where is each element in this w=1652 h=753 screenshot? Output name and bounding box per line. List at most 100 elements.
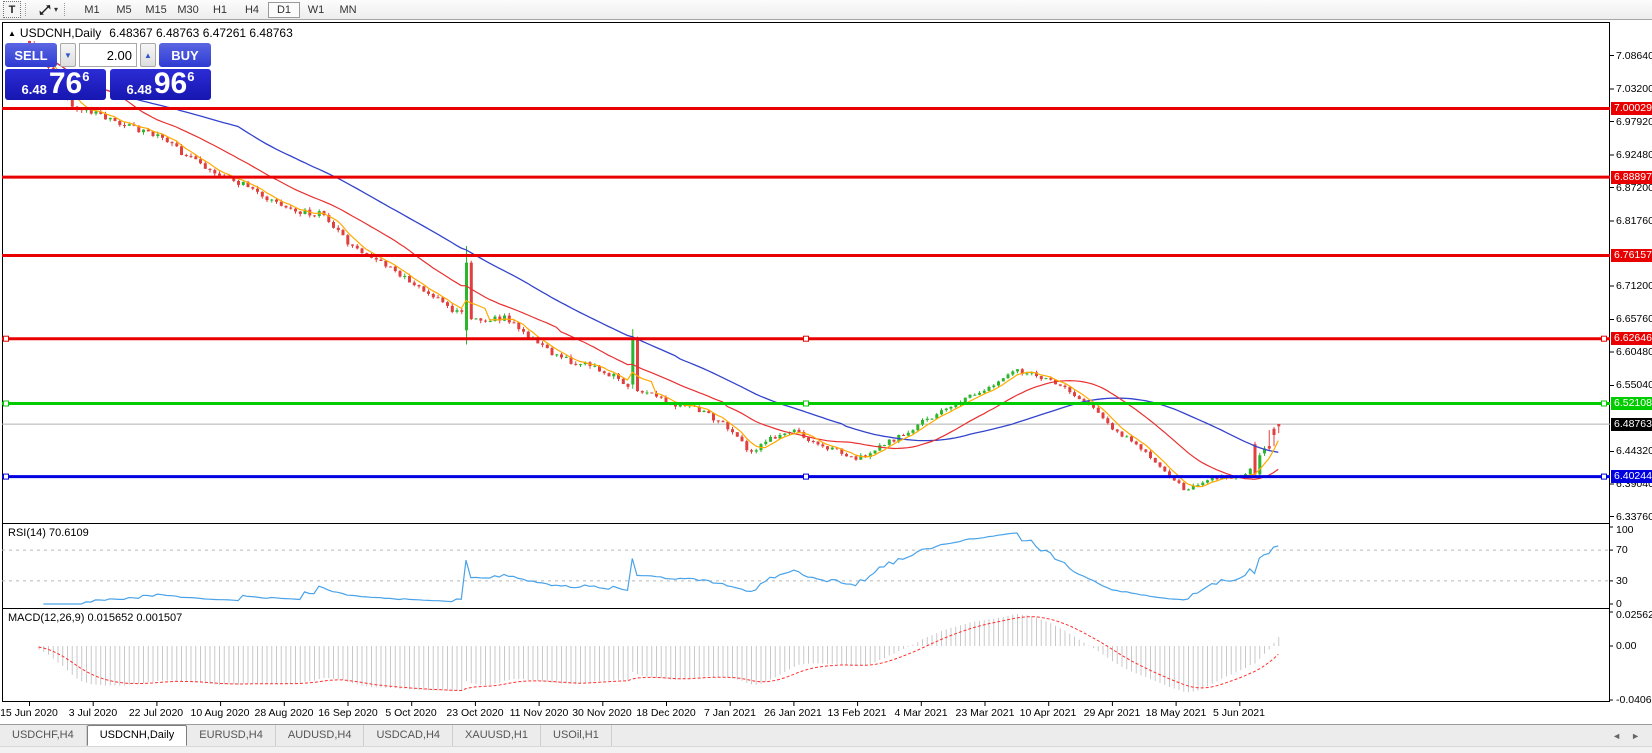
volume-input[interactable] [79,43,137,67]
buy-button[interactable]: BUY [159,43,211,67]
price-axis-label: 6.92480 [1616,149,1652,161]
chart-plot-border [2,22,1610,702]
date-axis-label: 15 Jun 2020 [0,707,58,719]
macd-signal-line [38,616,1279,692]
date-axis-label: 11 Nov 2020 [509,707,569,719]
level-line-handle[interactable] [1601,473,1607,480]
date-axis-label: 10 Apr 2021 [1019,707,1077,719]
date-axis-label: 22 Jul 2020 [128,707,184,719]
timeframe-mn[interactable]: MN [332,2,364,18]
level-line-handle[interactable] [803,400,809,407]
rsi-axis-label: 100 [1616,524,1634,536]
price-level-tag: 6.88897 [1611,171,1652,184]
timeframe-w1[interactable]: W1 [300,2,332,18]
chart-tab-eurusd[interactable]: EURUSD,H4 [187,725,276,746]
buy-price-display[interactable]: 6.48 96 6 [110,69,211,100]
macd-axis-label: 0.025623 [1616,609,1652,621]
sell-button[interactable]: SELL [5,43,57,67]
chart-tab-usdcad[interactable]: USDCAD,H4 [364,725,454,746]
buy-price-big: 96 [153,67,188,101]
timeframe-m15[interactable]: M15 [140,2,172,18]
date-axis-label: 23 Oct 2020 [446,707,504,719]
tab-scroll-arrows: ◄ ► [1612,731,1640,741]
date-axis-label: 10 Aug 2020 [190,707,250,719]
chart-tabs: USDCHF,H4 USDCNH,Daily EURUSD,H4 AUDUSD,H4 U… [0,725,612,746]
price-axis-label: 6.81760 [1616,215,1652,227]
macd-histogram [38,614,1280,693]
sell-price-display[interactable]: 6.48 76 6 [5,69,106,100]
level-line-handle[interactable] [803,335,809,342]
price-axis-label: 6.71200 [1616,280,1652,292]
price-axis-label: 6.87200 [1616,182,1652,194]
one-click-trading-panel: SELL ▼ ▲ BUY 6.48766 6.48966 [5,43,211,100]
macd-axis-label: -0.040687 [1616,694,1652,706]
timeframe-d1[interactable]: D1 [268,1,301,18]
volume-decrease-button[interactable]: ▼ [60,43,76,67]
toolbar-grip [64,3,68,16]
timeframe-m30[interactable]: M30 [172,2,204,18]
chart-tab-usdchf[interactable]: USDCHF,H4 [0,725,87,746]
chart-tab-xauusd[interactable]: XAUUSD,H1 [453,725,541,746]
price-axis-label: 6.33760 [1616,511,1652,523]
chart-tab-audusd[interactable]: AUDUSD,H4 [276,725,365,746]
tab-scroll-left-icon[interactable]: ◄ [1612,731,1621,741]
level-line-handle[interactable] [803,473,809,480]
current-price-tag: 6.48763 [1611,418,1652,431]
rsi-axis-label: 70 [1616,544,1628,556]
rsi-line [43,532,1279,605]
price-level-tag: 6.40244 [1611,470,1652,483]
sell-price-sup: 6 [82,69,90,84]
buy-price-sup: 6 [187,69,195,84]
date-axis-label: 18 Dec 2020 [636,707,696,719]
level-line-handle[interactable] [3,473,9,480]
timeframe-m1[interactable]: M1 [76,2,108,18]
chart-tab-bar: USDCHF,H4 USDCNH,Daily EURUSD,H4 AUDUSD,H4 U… [0,724,1652,746]
ma-fast-line [28,42,1279,488]
chart-title: ▲ USDCNH,Daily 6.48367 6.48763 6.47261 6.4… [8,26,293,40]
chart-tab-usoil[interactable]: USOil,H1 [541,725,612,746]
date-axis-label: 16 Sep 2020 [318,707,378,719]
price-axis-label: 6.39040 [1616,478,1652,490]
tab-scroll-right-icon[interactable]: ► [1631,731,1640,741]
date-axis-label: 13 Feb 2021 [827,707,887,719]
price-level-tag: 7.00029 [1611,102,1652,115]
buy-price-prefix: 6.48 [126,82,152,97]
text-tool-button[interactable]: T [3,1,21,18]
collapse-triangle-icon[interactable]: ▲ [8,29,16,38]
ohlc-values: 6.48367 6.48763 6.47261 6.48763 [109,26,293,40]
date-axis-label: 23 Mar 2021 [955,707,1015,719]
volume-increase-button[interactable]: ▲ [140,43,156,67]
price-level-tag: 6.52108 [1611,397,1652,410]
date-axis-label: 26 Jan 2021 [764,707,822,719]
chart-tab-usdcnh[interactable]: USDCNH,Daily [86,725,188,746]
sell-price-big: 76 [48,67,83,101]
timeframe-bar: M1 M5 M15 M30 H1 H4 D1 W1 MN [76,1,364,18]
level-line-handle[interactable] [3,335,9,342]
timeframe-m5[interactable]: M5 [108,2,140,18]
level-line-handle[interactable] [1601,400,1607,407]
level-line-handle[interactable] [3,400,9,407]
price-axis-label: 6.60480 [1616,346,1652,358]
price-axis-label: 7.03200 [1616,83,1652,95]
chart-canvas [2,22,1614,706]
price-axis-label: 6.65760 [1616,313,1652,325]
date-axis-label: 7 Jan 2021 [704,707,756,719]
date-axis-label: 29 Apr 2021 [1083,707,1141,719]
date-axis-label: 30 Nov 2020 [572,707,632,719]
level-line-handle[interactable] [1601,335,1607,342]
pointer-tools-button[interactable]: ▾ [36,2,60,17]
ma-slow-line [28,42,1279,453]
symbol-title: USDCNH,Daily [19,26,102,40]
timeframe-h1[interactable]: H1 [204,2,236,18]
axis-overlays: 7.00029 6.88897 6.76157 6.62646 6.52108 6.402… [0,0,1652,752]
trade-controls-row: SELL ▼ ▲ BUY [5,43,211,67]
date-axis-label: 5 Jun 2021 [1213,707,1265,719]
date-axis-label: 18 May 2021 [1145,707,1207,719]
price-axis-label: 6.44320 [1616,445,1652,457]
timeframe-h4[interactable]: H4 [236,2,268,18]
rsi-axis-label: 0 [1616,598,1622,610]
macd-axis-label: 0.00 [1616,640,1637,652]
macd-indicator-label: MACD(12,26,9) 0.015652 0.001507 [8,612,183,624]
price-axis-label: 6.97920 [1616,116,1652,128]
rsi-axis-label: 30 [1616,575,1628,587]
